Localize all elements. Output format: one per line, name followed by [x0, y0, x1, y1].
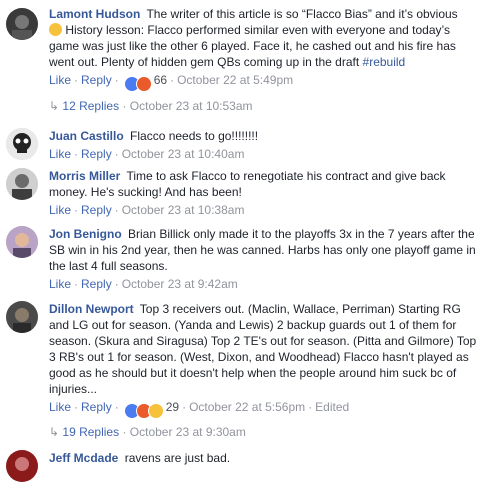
- comment-actions: Like · Reply · 66 · October 22 at 5:49pm: [49, 72, 480, 92]
- avatar[interactable]: [6, 8, 38, 40]
- comment-text: ravens are just bad.: [124, 451, 231, 465]
- reaction-icons[interactable]: [123, 402, 164, 419]
- reply-arrow-icon: ↳: [49, 99, 60, 113]
- comment-author[interactable]: Jon Benigno: [49, 227, 122, 241]
- comment-actions: Like · Reply · October 23 at 9:42am: [49, 277, 238, 291]
- hashtag-link[interactable]: #rebuild: [363, 55, 406, 69]
- comment-text: Top 3 receivers out. (Maclin, Wallace, P…: [49, 302, 477, 396]
- avatar[interactable]: [6, 226, 38, 258]
- comment-author[interactable]: Juan Castillo: [49, 129, 124, 143]
- reply-link[interactable]: Reply: [81, 277, 112, 291]
- like-link[interactable]: Like: [49, 73, 71, 87]
- reply-arrow-icon: ↳: [49, 425, 60, 439]
- laughing-emoji-icon: [49, 23, 62, 36]
- view-replies-link[interactable]: 19 Replies: [62, 425, 119, 439]
- comment-text: The writer of this article is so “Flacco…: [146, 7, 458, 21]
- reaction-icons[interactable]: [123, 75, 152, 92]
- view-replies-link[interactable]: 12 Replies: [62, 99, 119, 113]
- haha-reaction-icon: [147, 402, 164, 419]
- comment-timestamp[interactable]: October 23 at 9:42am: [122, 277, 238, 291]
- reply-link[interactable]: Reply: [81, 203, 112, 217]
- edited-label[interactable]: Edited: [315, 400, 349, 414]
- comment-actions: Like · Reply · October 23 at 10:38am: [49, 203, 245, 217]
- like-link[interactable]: Like: [49, 147, 71, 161]
- reply-link[interactable]: Reply: [81, 400, 112, 414]
- like-link[interactable]: Like: [49, 203, 71, 217]
- replies-row[interactable]: ↳ 12 Replies · October 23 at 10:53am: [49, 98, 253, 114]
- reply-link[interactable]: Reply: [81, 147, 112, 161]
- replies-timestamp: October 23 at 10:53am: [129, 99, 253, 113]
- like-link[interactable]: Like: [49, 400, 71, 414]
- comment-author[interactable]: Dillon Newport: [49, 302, 134, 316]
- comment-author[interactable]: Morris Miller: [49, 169, 120, 183]
- like-link[interactable]: Like: [49, 277, 71, 291]
- avatar[interactable]: [6, 301, 38, 333]
- replies-timestamp: October 23 at 9:30am: [129, 425, 246, 439]
- angry-reaction-icon: [135, 75, 152, 92]
- avatar[interactable]: [6, 168, 38, 200]
- avatar[interactable]: [6, 450, 38, 482]
- comment-author[interactable]: Jeff Mcdade: [49, 451, 118, 465]
- comment-timestamp[interactable]: October 23 at 10:38am: [122, 203, 245, 217]
- comment-timestamp[interactable]: October 22 at 5:49pm: [177, 73, 293, 87]
- comment-timestamp[interactable]: October 23 at 10:40am: [122, 147, 245, 161]
- comment-actions: Like · Reply · October 23 at 10:40am: [49, 147, 245, 161]
- avatar[interactable]: [6, 128, 38, 160]
- comment-text: Flacco needs to go!!!!!!!!: [130, 129, 259, 143]
- reaction-count[interactable]: 66: [154, 73, 167, 87]
- comment-actions: Like · Reply · 29 · October 22 at 5:56pm · Edite…: [49, 399, 480, 419]
- reaction-count[interactable]: 29: [166, 400, 179, 414]
- reply-link[interactable]: Reply: [81, 73, 112, 87]
- comment-author[interactable]: Lamont Hudson: [49, 7, 140, 21]
- comment-timestamp[interactable]: October 22 at 5:56pm: [189, 400, 305, 414]
- replies-row[interactable]: ↳ 19 Replies · October 23 at 9:30am: [49, 424, 246, 440]
